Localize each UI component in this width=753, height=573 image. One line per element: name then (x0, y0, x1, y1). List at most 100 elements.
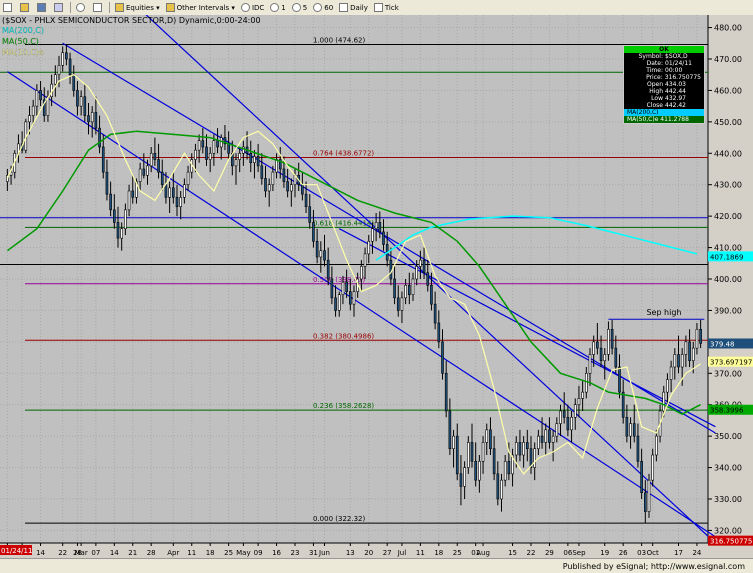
ohlc-body (31, 105, 35, 116)
ohlc-body (559, 410, 562, 424)
info-value: 316.750775 (664, 74, 701, 81)
ohlc-body (478, 460, 481, 481)
chart-type-button[interactable] (51, 1, 68, 14)
ohlc-body (592, 341, 596, 355)
info-key: Price: (646, 74, 663, 81)
ma-legend-item: MA(10,C)e (2, 48, 44, 57)
open-button[interactable] (17, 1, 34, 14)
info-value: 442.42 (665, 102, 686, 109)
x-tick-label: 24 (692, 549, 701, 557)
info-value: 434.03 (665, 81, 686, 88)
ohlc-body (76, 90, 79, 107)
ohlc-body (256, 156, 260, 167)
equities-dropdown[interactable]: Equities ▾ (112, 1, 163, 14)
y-tick-label: 420.00 (714, 212, 742, 221)
zoom-button[interactable] (73, 1, 90, 14)
info-key: Symbol: (638, 53, 663, 60)
info-ma200-row: MA(200,C) (624, 109, 704, 116)
ohlc-body (360, 266, 363, 280)
ohlc-body (632, 423, 636, 437)
ohlc-body (492, 448, 496, 475)
ohlc-body (588, 354, 592, 374)
x-tick-label: 15 (508, 549, 517, 557)
ohlc-body (330, 278, 334, 299)
other-intervals-dropdown[interactable]: Other Intervals ▾ (163, 1, 238, 14)
chevron-down-icon: ▾ (229, 3, 235, 12)
x-tick-label: 14 (36, 549, 45, 557)
idc-label: IDC (251, 3, 265, 12)
bar-chart-icon (54, 3, 63, 12)
ma-legend-item: MA(50,C) (2, 37, 39, 46)
ohlc-body (312, 222, 315, 242)
x-tick-label: 18 (206, 549, 215, 557)
interval-60-button[interactable]: 60 (310, 1, 336, 14)
ohlc-body (94, 112, 98, 129)
ohlc-body (101, 146, 105, 173)
ohlc-body (459, 473, 463, 487)
daily-button[interactable]: Daily (336, 1, 371, 14)
other-intervals-label: Other Intervals (176, 3, 230, 12)
ohlc-body (662, 391, 666, 412)
ohlc-body (72, 74, 76, 91)
ohlc-body (363, 253, 367, 267)
new-chart-button[interactable] (0, 1, 17, 14)
ohlc-body (53, 74, 57, 85)
y-tick-label: 450.00 (714, 118, 742, 127)
ohlc-body (168, 187, 171, 198)
ohlc-body (260, 165, 264, 179)
interval-60-label: 60 (324, 3, 334, 12)
info-row: Price: 316.750775 (624, 74, 704, 81)
ohlc-body (433, 303, 437, 324)
ohlc-body (194, 149, 197, 160)
x-tick-label: 22 (58, 549, 67, 557)
ohlc-body (607, 328, 610, 355)
info-ok-button[interactable]: OK (624, 46, 704, 53)
ohlc-body (466, 442, 470, 468)
ohlc-body (621, 391, 625, 418)
info-key: Low (651, 95, 663, 102)
save-button[interactable] (34, 1, 51, 14)
ohlc-body (149, 152, 153, 167)
info-ma50-label: MA(50,C)e 411.2788 (627, 116, 689, 123)
x-tick-label: 20 (364, 549, 373, 557)
ohlc-body (352, 291, 356, 305)
tick-button[interactable]: Tick (371, 1, 402, 14)
ohlc-body (238, 152, 242, 160)
ohlc-body (79, 96, 83, 107)
x-tick-label: 16 (272, 549, 281, 557)
ohlc-body (308, 206, 312, 223)
x-tick-label: 14 (110, 549, 119, 557)
ohlc-body (548, 429, 551, 443)
page-icon (3, 3, 12, 12)
cursor-info-window[interactable]: OK Symbol: $SOX,D Date: 01/24/11 Time: 00:00 P… (623, 45, 705, 124)
ohlc-body (655, 435, 658, 456)
ohlc-body (666, 379, 669, 393)
ohlc-body (112, 209, 116, 223)
price-badge-label: 316.750775 (710, 538, 752, 546)
line-tool-button[interactable] (90, 1, 107, 14)
sep-high-label: Sep high (646, 308, 681, 317)
ohlc-body (61, 52, 65, 66)
ohlc-body (264, 178, 267, 192)
ohlc-body (275, 159, 278, 173)
ohlc-body (83, 96, 87, 116)
ohlc-body (577, 398, 581, 406)
info-row: Close 442.42 (624, 102, 704, 109)
info-key: Close (646, 102, 663, 109)
ohlc-body (514, 442, 518, 456)
ohlc-body (629, 423, 632, 437)
ohlc-body (371, 228, 374, 242)
fib-level-label: 0.000 (322.32) (313, 515, 365, 523)
info-key: Time: (646, 67, 663, 74)
interval-5-button[interactable]: 5 (289, 1, 310, 14)
ohlc-body (171, 187, 175, 198)
interval-1-button[interactable]: 1 (267, 1, 288, 14)
x-tick-label: May (236, 549, 250, 557)
ohlc-body (396, 297, 400, 311)
ohlc-body (673, 354, 677, 368)
idc-button[interactable]: IDC (238, 1, 267, 14)
save-icon (37, 3, 46, 12)
ohlc-body (378, 222, 382, 233)
price-badge-label: 373.697197 (710, 359, 752, 367)
x-tick-label: 09 (254, 549, 263, 557)
